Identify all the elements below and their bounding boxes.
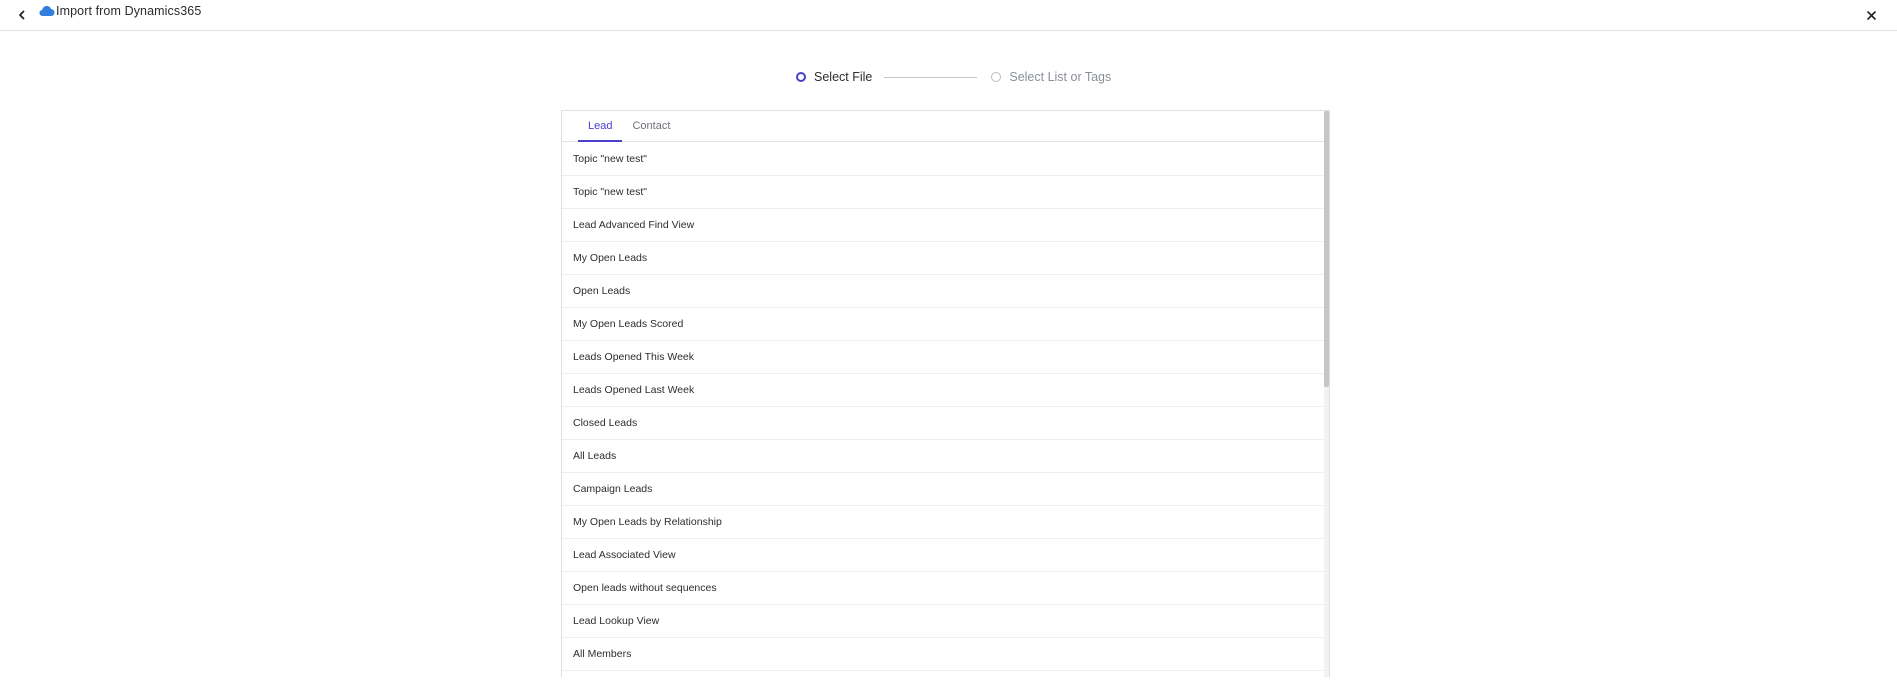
back-button[interactable] [12,5,32,25]
list-item[interactable]: Lead Associated View [562,539,1327,572]
top-bar: Import from Dynamics365 [0,0,1897,31]
chevron-left-icon [19,10,25,20]
list-item[interactable]: Topic "new test" [562,176,1327,209]
list-item[interactable]: Lead Lookup View [562,605,1327,638]
step-active-indicator [796,72,806,82]
cloud-icon [39,6,55,16]
file-list-panel: Lead Contact Topic "new test" Topic "new… [561,110,1330,677]
view-list: Topic "new test" Topic "new test" Lead A… [562,143,1327,671]
step-label: Select File [814,70,873,84]
close-icon [1866,10,1876,20]
import-stepper: Select File Select List or Tags [796,68,1111,86]
step-connector [884,76,978,78]
list-item[interactable]: Closed Leads [562,407,1327,440]
list-item[interactable]: All Leads [562,440,1327,473]
tab-contact[interactable]: Contact [622,111,680,141]
scrollbar[interactable] [1324,111,1329,677]
tab-lead[interactable]: Lead [578,111,623,142]
list-item[interactable]: Open Leads [562,275,1327,308]
scrollbar-thumb[interactable] [1324,111,1329,387]
page-title: Import from Dynamics365 [56,4,202,18]
step-label: Select List or Tags [1009,70,1112,84]
list-item[interactable]: My Open Leads Scored [562,308,1327,341]
list-item[interactable]: Leads Opened Last Week [562,374,1327,407]
list-item[interactable]: Campaign Leads [562,473,1327,506]
tab-bar: Lead Contact [562,111,1329,142]
list-item[interactable]: My Open Leads [562,242,1327,275]
list-item[interactable]: Open leads without sequences [562,572,1327,605]
list-item[interactable]: Leads Opened This Week [562,341,1327,374]
step-select-list-or-tags: Select List or Tags [991,70,1111,84]
step-select-file: Select File [796,70,872,84]
list-item[interactable]: All Members [562,638,1327,671]
close-button[interactable] [1861,5,1881,25]
list-item[interactable]: Lead Advanced Find View [562,209,1327,242]
step-inactive-indicator [991,72,1002,82]
list-item[interactable]: Topic "new test" [562,143,1327,176]
list-item[interactable]: My Open Leads by Relationship [562,506,1327,539]
